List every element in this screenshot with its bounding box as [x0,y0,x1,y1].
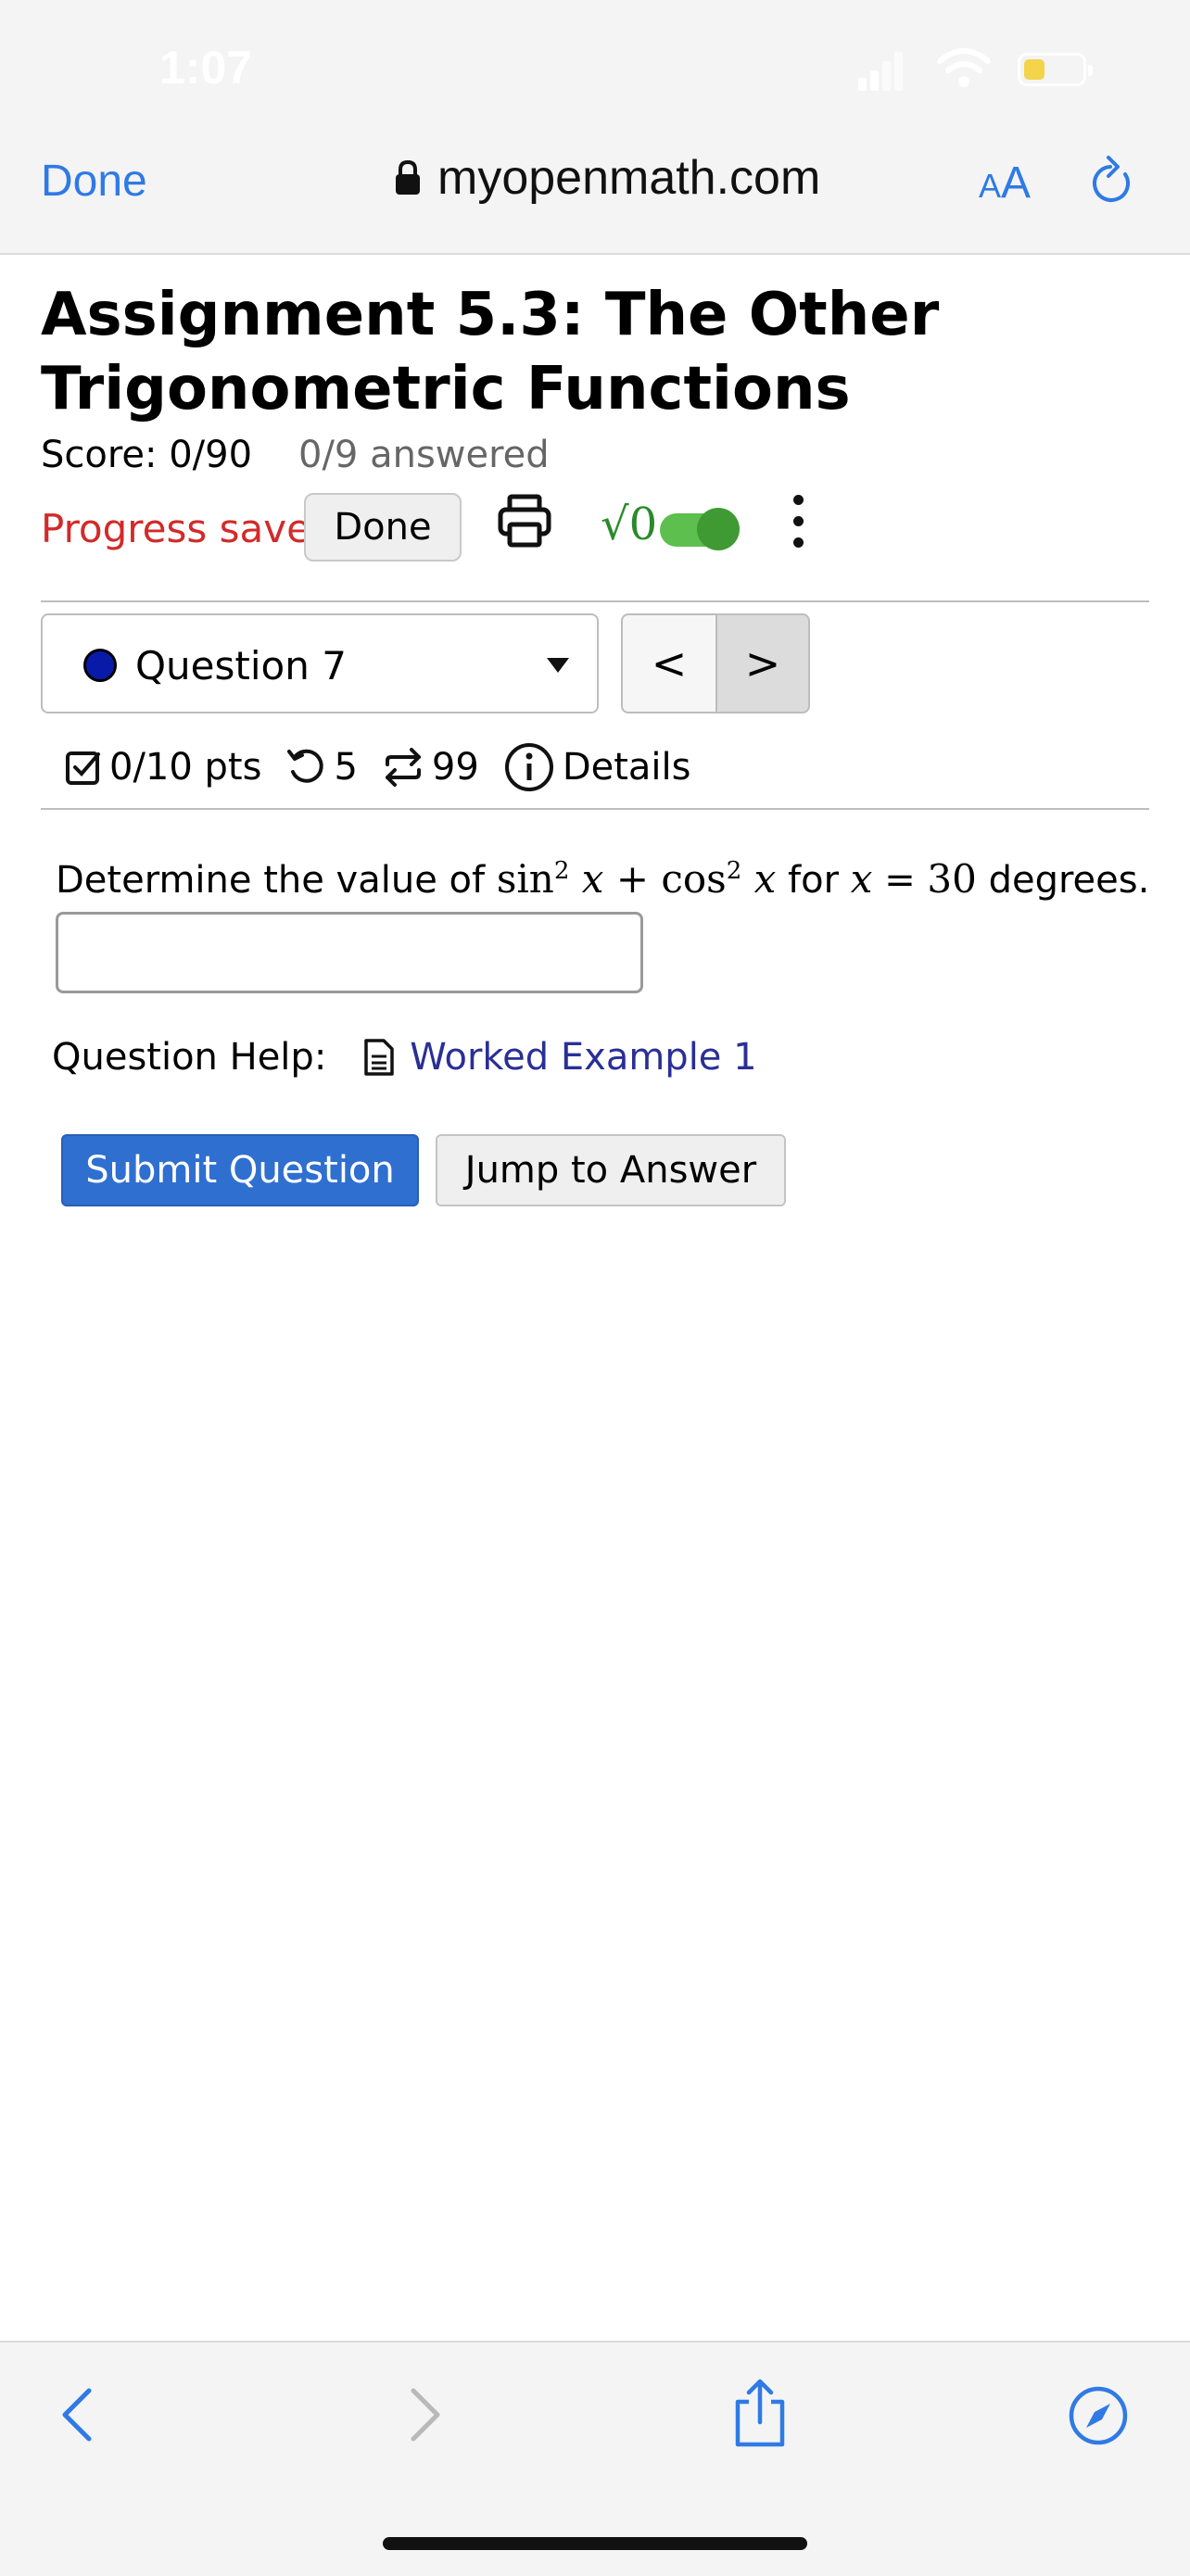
home-indicator [383,2537,807,2550]
retries-count: 5 [334,746,358,789]
versions-count: 99 [431,746,479,789]
share-icon[interactable] [730,2378,790,2448]
next-question-button[interactable]: > [715,613,810,713]
browser-done-button[interactable]: Done [41,156,147,207]
details-label: Details [562,746,691,789]
submit-question-button[interactable]: Submit Question [61,1134,419,1206]
done-button[interactable]: Done [304,493,462,562]
battery-icon [1018,53,1093,86]
url-text: myopenmath.com [437,151,821,205]
wifi-icon [937,48,991,87]
question-select-label: Question 7 [135,643,347,688]
checkbox-icon [66,751,100,785]
math-display-icon: √0 [601,499,658,550]
divider [41,808,1149,810]
details-toggle[interactable]: Details [503,741,691,793]
lock-icon [396,160,420,195]
previous-question-button[interactable]: < [621,613,715,713]
page-title: Assignment 5.3: The Other Trigonometric … [41,281,940,423]
compass-icon[interactable] [1068,2385,1129,2446]
retry-icon [287,749,324,783]
reload-icon[interactable] [1090,156,1136,208]
dropdown-caret-icon [547,658,569,673]
divider [41,600,1149,602]
question-status-dot-icon [83,649,117,682]
status-time: 1:07 [159,42,253,94]
question-help: Question Help: Worked Example 1 [52,1036,757,1079]
info-icon [504,743,553,791]
worked-example-link[interactable]: Worked Example 1 [410,1036,756,1079]
question-stats: 0/10 pts 5 99 Details [65,741,715,793]
document-icon [364,1039,395,1076]
text-size-button[interactable]: AA [979,158,1031,208]
browser-top-bar: 1:07 Done myopenmath.com AA [0,0,1190,255]
more-options-icon[interactable] [793,495,804,559]
versions-icon [385,748,421,787]
math-display-toggle[interactable] [660,508,740,550]
question-text: Determine the value of sin2 x + cos2 x f… [56,856,1150,902]
forward-arrow-icon[interactable] [404,2387,445,2443]
jump-to-answer-button[interactable]: Jump to Answer [436,1134,786,1206]
cellular-signal-icon [858,50,903,91]
printer-icon[interactable] [497,493,552,550]
answered-count: 0/9 answered [298,434,550,476]
score-text: Score: 0/90 [41,434,253,476]
points-text: 0/10 pts [109,746,262,789]
help-label: Question Help: [52,1036,327,1079]
address-bar[interactable]: myopenmath.com [395,150,820,206]
question-select[interactable]: Question 7 [41,613,599,713]
progress-status: Progress saved [41,506,335,551]
back-arrow-icon[interactable] [57,2387,98,2443]
answer-input[interactable] [56,912,643,993]
